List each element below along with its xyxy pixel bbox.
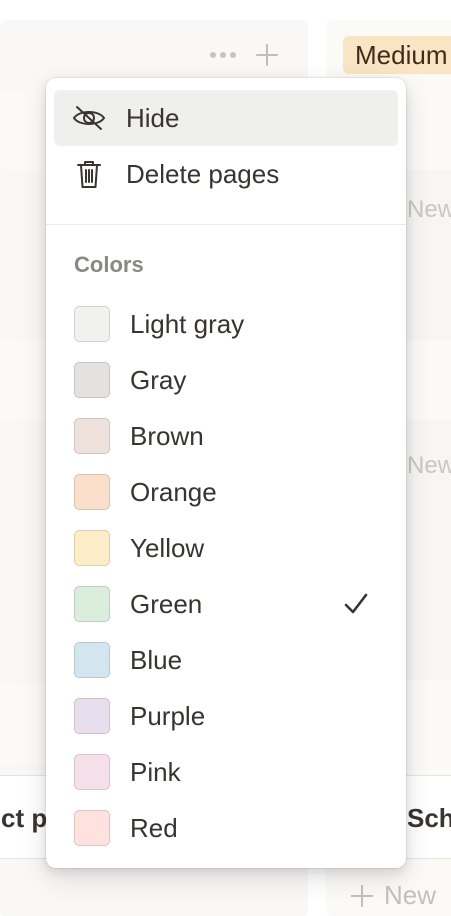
color-label: Orange <box>130 476 217 507</box>
color-option-purple[interactable]: Purple <box>54 690 398 742</box>
color-swatch <box>74 586 110 622</box>
colors-heading: Colors <box>74 252 144 277</box>
color-label: Light gray <box>130 308 245 339</box>
color-swatch <box>74 810 110 846</box>
color-option-brown[interactable]: Brown <box>54 410 398 462</box>
group-options-menu: Hide Delete pages Colors Light gray Gray… <box>46 78 406 868</box>
hide-label: Hide <box>126 102 180 133</box>
color-swatch <box>74 530 110 566</box>
new-card-label: New <box>384 880 437 910</box>
color-swatch <box>74 474 110 510</box>
color-label: Pink <box>130 756 181 787</box>
color-swatch <box>74 698 110 734</box>
color-label: Blue <box>130 644 183 675</box>
delete-pages-label: Delete pages <box>126 158 280 189</box>
color-label: Yellow <box>130 532 205 563</box>
column-actions <box>210 35 280 75</box>
column-group-tag[interactable]: Medium <box>343 36 451 74</box>
plus-icon <box>350 884 374 908</box>
color-option-gray[interactable]: Gray <box>54 354 398 406</box>
color-option-yellow[interactable]: Yellow <box>54 522 398 574</box>
delete-pages-menu-item[interactable]: Delete pages <box>54 146 398 202</box>
trash-icon <box>72 157 106 191</box>
color-label: Red <box>130 812 178 843</box>
card-title-right[interactable]: Sch <box>400 775 451 859</box>
color-option-red[interactable]: Red <box>54 802 398 854</box>
color-swatch <box>74 418 110 454</box>
color-label: Green <box>130 588 203 619</box>
color-swatch <box>74 306 110 342</box>
color-swatch <box>74 642 110 678</box>
color-swatch <box>74 362 110 398</box>
color-option-green[interactable]: Green <box>54 578 398 630</box>
board-view: Medium New New ct pr Sch New Hide Delete… <box>0 0 451 916</box>
checkmark-icon <box>344 593 368 614</box>
color-option-orange[interactable]: Orange <box>54 466 398 518</box>
more-icon[interactable] <box>210 52 236 58</box>
color-option-pink[interactable]: Pink <box>54 746 398 798</box>
color-label: Purple <box>130 700 206 731</box>
color-option-blue[interactable]: Blue <box>54 634 398 686</box>
hide-menu-item[interactable]: Hide <box>54 90 398 146</box>
color-label: Gray <box>130 364 187 395</box>
new-card-button[interactable]: New <box>350 880 436 911</box>
color-swatch <box>74 754 110 790</box>
add-icon[interactable] <box>254 42 280 68</box>
menu-divider <box>46 224 406 225</box>
new-card-hint[interactable]: New <box>407 452 451 480</box>
eye-slash-icon <box>72 101 106 135</box>
color-label: Brown <box>130 420 204 451</box>
new-card-hint[interactable]: New <box>407 196 451 224</box>
color-option-light-gray[interactable]: Light gray <box>54 298 398 350</box>
